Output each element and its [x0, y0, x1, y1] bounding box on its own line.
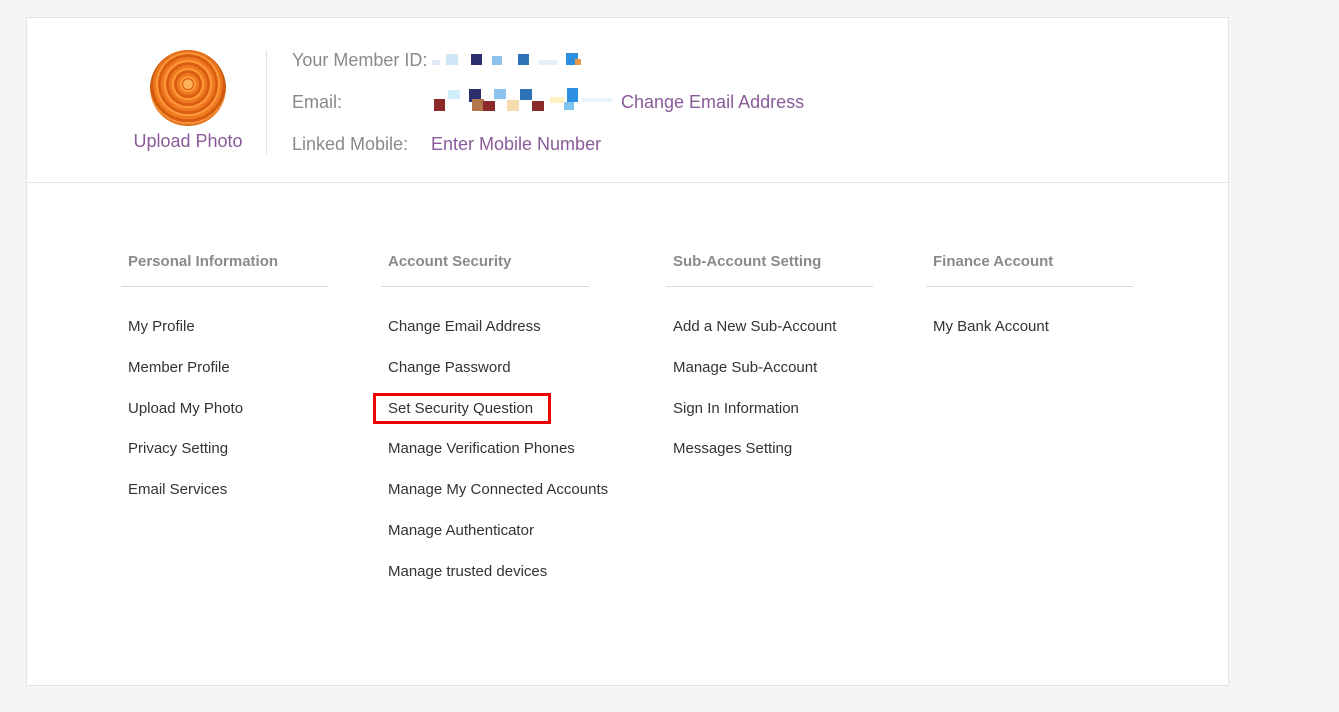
- menu-item-my-bank-account[interactable]: My Bank Account: [933, 318, 1049, 335]
- menu-item-add-sub-account[interactable]: Add a New Sub-Account: [673, 318, 836, 335]
- menu-item-member-profile[interactable]: Member Profile: [128, 359, 230, 376]
- email-masked-value: [432, 88, 612, 111]
- upload-photo-link[interactable]: Upload Photo: [111, 131, 265, 152]
- column-title: Finance Account: [926, 253, 1133, 287]
- enter-mobile-link[interactable]: Enter Mobile Number: [431, 134, 601, 155]
- menu-item-privacy-setting[interactable]: Privacy Setting: [128, 440, 228, 457]
- linked-mobile-label: Linked Mobile:: [292, 134, 409, 154]
- account-settings-card: Upload Photo Your Member ID: Email: Chan…: [26, 17, 1229, 686]
- email-label: Email:: [292, 92, 343, 112]
- avatar[interactable]: [150, 50, 226, 126]
- header-divider: [266, 50, 267, 154]
- menu-item-messages-setting[interactable]: Messages Setting: [673, 440, 792, 457]
- menu-item-upload-my-photo[interactable]: Upload My Photo: [128, 400, 243, 417]
- menu-item-my-profile[interactable]: My Profile: [128, 318, 195, 335]
- member-id-label: Your Member ID:: [292, 50, 428, 70]
- account-header: Upload Photo Your Member ID: Email: Chan…: [27, 18, 1228, 183]
- menu-item-change-password[interactable]: Change Password: [388, 359, 511, 376]
- menu-item-manage-trusted-devices[interactable]: Manage trusted devices: [388, 563, 547, 580]
- column-title: Sub-Account Setting: [666, 253, 873, 287]
- menu-item-change-email-address[interactable]: Change Email Address: [388, 318, 541, 335]
- menu-item-manage-connected-accounts[interactable]: Manage My Connected Accounts: [388, 481, 608, 498]
- member-id-masked-value: [432, 51, 582, 73]
- finance-account-column: Finance Account My Bank Account: [926, 253, 1133, 335]
- sub-account-setting-column: Sub-Account Setting Add a New Sub-Accoun…: [666, 253, 873, 457]
- menu-item-email-services[interactable]: Email Services: [128, 481, 227, 498]
- menu-item-manage-authenticator[interactable]: Manage Authenticator: [388, 522, 534, 539]
- column-title: Account Security: [381, 253, 589, 287]
- menu-item-manage-sub-account[interactable]: Manage Sub-Account: [673, 359, 817, 376]
- menu-item-sign-in-information[interactable]: Sign In Information: [673, 400, 799, 417]
- change-email-link[interactable]: Change Email Address: [621, 92, 804, 113]
- account-security-column: Account Security Change Email Address Ch…: [381, 253, 608, 580]
- personal-information-column: Personal Information My Profile Member P…: [121, 253, 328, 498]
- menu-item-manage-verification-phones[interactable]: Manage Verification Phones: [388, 440, 575, 457]
- highlight-annotation-box: [373, 393, 551, 424]
- column-title: Personal Information: [121, 253, 328, 287]
